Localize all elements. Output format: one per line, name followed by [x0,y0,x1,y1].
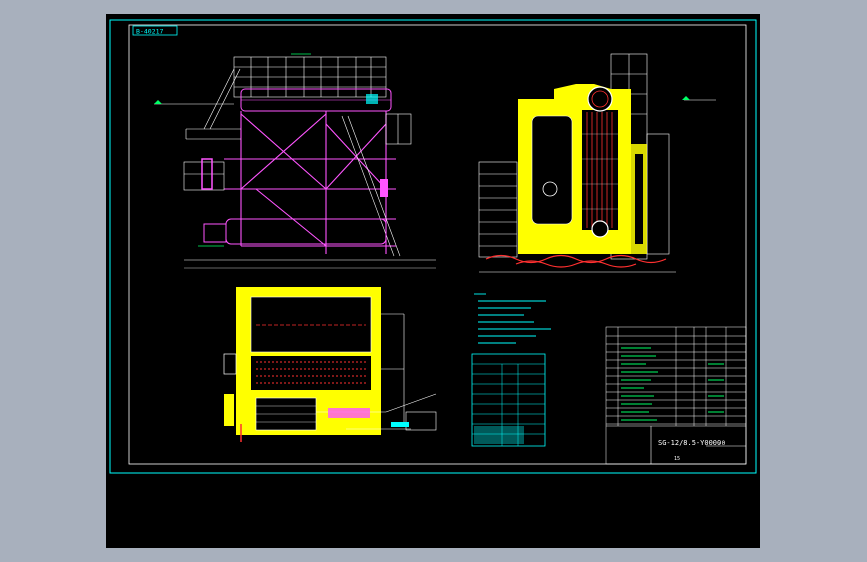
side-elevation-view [154,53,436,269]
title-block-suffix: -0 [718,440,726,447]
front-section-view [478,53,716,273]
elevation-marker-icon [154,100,162,104]
cad-viewport[interactable]: B-40217 SG-12/8.5-Y0000 -0 15 [106,14,760,548]
corner-tag-text: B-40217 [136,28,163,36]
plan-fan [328,408,370,418]
furnace-header [542,181,558,197]
corner-tag: B-40217 [132,25,178,36]
steam-drum [587,86,613,112]
plan-stair-left [224,394,234,426]
lower-drum [203,218,387,245]
drum-valve-block [366,94,378,104]
support-frame [224,111,396,254]
title-block-code: SG-12/8.5-Y0000 [658,439,721,447]
left-stair-tower [478,161,518,258]
plan-tube-area [251,356,371,390]
plan-furnace [250,296,372,353]
header-block [380,179,388,197]
front-elevation-marker-icon [682,96,690,100]
plan-view [223,287,437,442]
plan-burner-left [223,353,237,375]
parameter-table [471,353,546,447]
top-platform-grid [233,56,387,98]
furnace-chamber [531,115,573,225]
technical-notes [474,293,551,344]
outer-frame [109,19,757,474]
boiler-drawing-sheet: B-40217 SG-12/8.5-Y0000 -0 15 [109,19,757,474]
plan-fan-label-box [391,422,409,427]
inner-frame [128,24,747,465]
mud-drum [591,220,609,238]
sheet-number: 15 [674,456,680,462]
tube-bank-area [582,110,618,230]
economizer-duct [635,154,643,244]
title-block: SG-12/8.5-Y0000 -0 15 [606,425,746,464]
